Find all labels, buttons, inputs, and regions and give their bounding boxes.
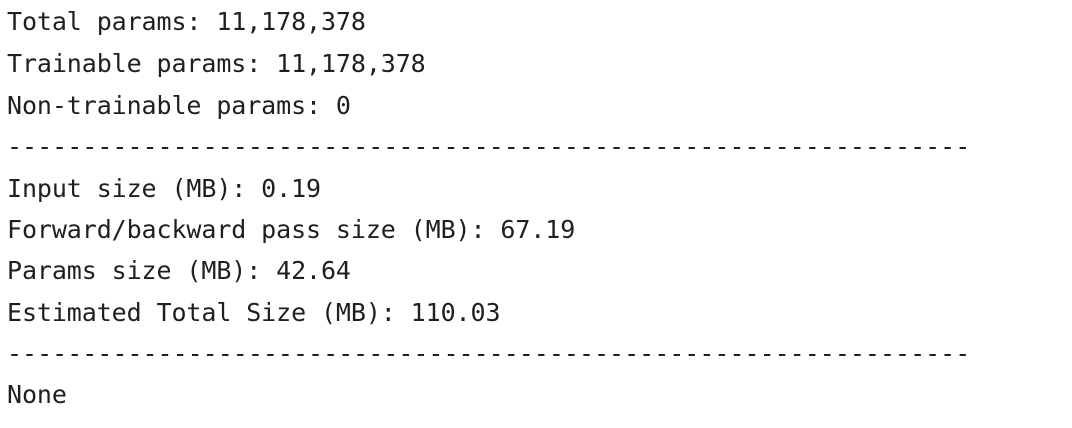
console-output: Total params: 11,178,378 Trainable param… — [0, 0, 1072, 428]
total-params-line: Total params: 11,178,378 — [7, 7, 366, 36]
params-size-line: Params size (MB): 42.64 — [7, 256, 351, 285]
separator-line: ----------------------------------------… — [7, 132, 967, 161]
forward-backward-size-line: Forward/backward pass size (MB): 67.19 — [7, 215, 576, 244]
return-value-line: None — [7, 380, 67, 409]
non-trainable-params-line: Non-trainable params: 0 — [7, 91, 351, 120]
input-size-line: Input size (MB): 0.19 — [7, 174, 321, 203]
trainable-params-line: Trainable params: 11,178,378 — [7, 49, 426, 78]
estimated-total-size-line: Estimated Total Size (MB): 110.03 — [7, 298, 501, 327]
separator-line: ----------------------------------------… — [7, 339, 967, 368]
